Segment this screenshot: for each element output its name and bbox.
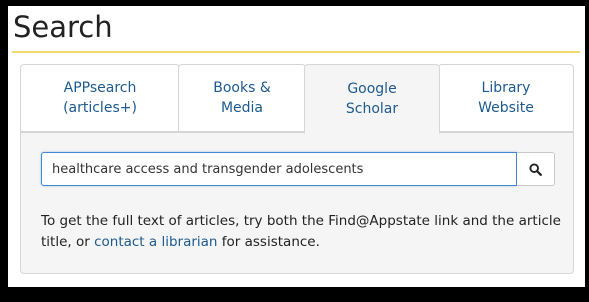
tab-google-scholar[interactable]: Google Scholar [304, 64, 440, 134]
help-text: To get the full text of articles, try bo… [41, 211, 561, 253]
tab-label-line1: Library [481, 80, 531, 96]
tab-label-line1: APPsearch [63, 80, 137, 96]
tab-label-line2: Media [220, 100, 264, 116]
tab-label: APPsearch (articles+) [57, 78, 143, 118]
tab-appsearch[interactable]: APPsearch (articles+) [20, 64, 180, 132]
search-widget: Search APPsearch (articles+) Books & Med… [8, 6, 585, 287]
search-button[interactable] [517, 152, 555, 186]
tab-label-line2: Website [478, 100, 534, 116]
contact-librarian-link[interactable]: contact a librarian [94, 234, 217, 250]
tab-label: Google Scholar [340, 79, 404, 119]
search-row [41, 152, 555, 186]
help-text-after: for assistance. [217, 234, 320, 250]
tab-label: Books & Media [207, 78, 277, 118]
search-input[interactable] [41, 152, 517, 186]
page-title: Search [13, 10, 113, 44]
search-icon [529, 162, 542, 176]
tab-label-line2: Scholar [345, 101, 399, 117]
tab-label-line1: Google [347, 81, 397, 97]
title-divider [12, 51, 580, 53]
tab-label-line2: (articles+) [63, 100, 137, 116]
tab-books-media[interactable]: Books & Media [178, 64, 306, 132]
tab-label: Library Website [472, 78, 540, 118]
tab-label-line1: Books & [213, 80, 271, 96]
tab-panel-google-scholar: To get the full text of articles, try bo… [20, 132, 574, 274]
tab-library-website[interactable]: Library Website [438, 64, 574, 132]
